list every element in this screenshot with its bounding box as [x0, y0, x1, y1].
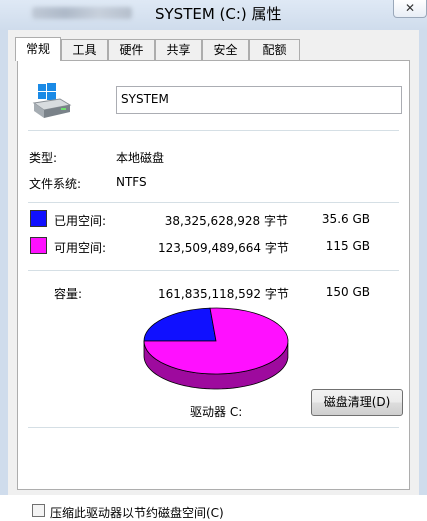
type-label: 类型: — [29, 151, 58, 165]
compress-checkbox[interactable] — [32, 504, 45, 517]
used-space-label: 已用空间: — [54, 214, 107, 228]
drive-icon — [32, 83, 72, 118]
disk-cleanup-button[interactable]: 磁盘清理(D) — [311, 389, 403, 416]
capacity-bytes: 161,835,118,592 字节 — [158, 287, 289, 301]
disk-usage-pie-chart — [143, 307, 289, 390]
properties-dialog: 常规 工具 硬件 共享 安全 配额 SYSTEM 类型: 本地磁盘 文件系统: … — [8, 30, 419, 520]
divider — [28, 270, 399, 271]
drive-label: 驱动器 C: — [190, 405, 243, 419]
used-space-swatch — [30, 210, 47, 227]
volume-name-input[interactable]: SYSTEM — [116, 86, 402, 114]
tab-general[interactable]: 常规 — [15, 37, 61, 61]
pie-slice-0 — [143, 307, 217, 342]
close-button[interactable]: ✕ — [393, 0, 427, 18]
type-value: 本地磁盘 — [116, 151, 165, 165]
title-bar[interactable]: SYSTEM (C:) 属性 ✕ — [0, 0, 427, 30]
general-panel: SYSTEM 类型: 本地磁盘 文件系统: NTFS 已用空间: 38,325,… — [17, 60, 410, 520]
window-title: SYSTEM (C:) 属性 — [155, 5, 282, 23]
free-space-swatch — [30, 237, 47, 254]
tab-security[interactable]: 安全 — [202, 39, 249, 60]
free-space-size: 115 GB — [325, 239, 370, 253]
file-system-value: NTFS — [116, 175, 147, 189]
tab-sharing[interactable]: 共享 — [155, 39, 202, 60]
tab-tools[interactable]: 工具 — [61, 39, 108, 60]
free-space-label: 可用空间: — [54, 241, 107, 255]
divider — [28, 202, 399, 203]
tab-hardware[interactable]: 硬件 — [108, 39, 155, 60]
used-space-bytes: 38,325,628,928 字节 — [164, 214, 288, 228]
free-space-bytes: 123,509,489,664 字节 — [158, 241, 289, 255]
compress-label[interactable]: 压缩此驱动器以节约磁盘空间(C) — [50, 504, 224, 521]
used-space-size: 35.6 GB — [321, 212, 370, 226]
tab-quota[interactable]: 配额 — [249, 39, 300, 60]
divider — [28, 427, 399, 428]
blurred-title-region — [32, 7, 132, 19]
divider — [28, 130, 399, 131]
capacity-label: 容量: — [54, 287, 83, 301]
capacity-size: 150 GB — [325, 285, 370, 299]
file-system-label: 文件系统: — [29, 177, 82, 191]
window-frame: 常规 工具 硬件 共享 安全 配额 SYSTEM 类型: 本地磁盘 文件系统: … — [0, 30, 427, 520]
